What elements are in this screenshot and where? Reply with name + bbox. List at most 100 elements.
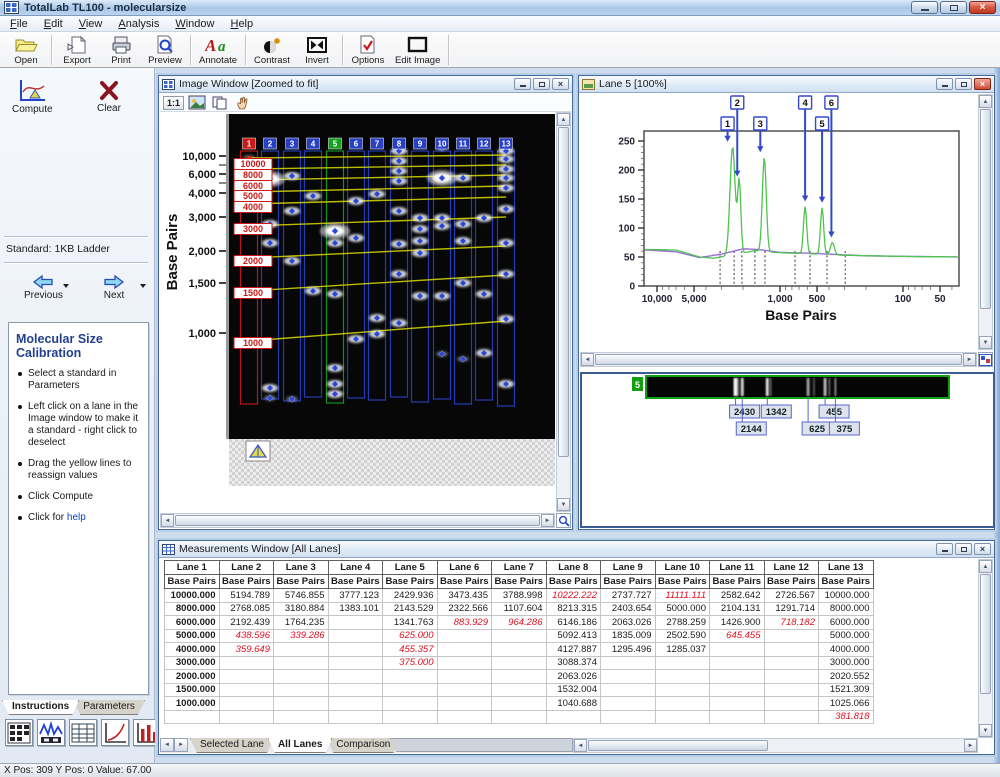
measurement-cell: 5194.789: [219, 589, 274, 603]
image-vertical-scrollbar[interactable]: ▲ ▼: [556, 112, 571, 512]
measurements-tab-comparison[interactable]: Comparison: [326, 738, 400, 753]
column-header-lane-5[interactable]: Lane 5: [383, 561, 438, 575]
annotate-button[interactable]: AaAnnotate: [194, 33, 242, 67]
column-header-lane-2[interactable]: Lane 2: [219, 561, 274, 575]
lane5-chart-area[interactable]: 05010015020025010,0005,0001,00050010050B…: [580, 94, 978, 350]
svg-text:8000: 8000: [243, 170, 263, 180]
column-header-lane-13[interactable]: Lane 13: [819, 561, 874, 575]
menu-item-help[interactable]: Help: [222, 17, 261, 31]
image-horizontal-scrollbar[interactable]: ◄ ►: [160, 513, 555, 528]
open-button[interactable]: Open: [4, 33, 48, 67]
profile-view-button[interactable]: [37, 719, 65, 746]
lane5-minimize-button[interactable]: [936, 78, 953, 90]
column-header-lane-7[interactable]: Lane 7: [492, 561, 547, 575]
svg-text:5,000: 5,000: [682, 294, 707, 305]
panel-tab-parameters[interactable]: Parameters: [73, 700, 145, 715]
column-header-lane-11[interactable]: Lane 11: [710, 561, 765, 575]
svg-text:1,000: 1,000: [767, 294, 792, 305]
next-button[interactable]: Next: [101, 274, 127, 301]
zoom-tool-button[interactable]: [556, 513, 571, 528]
menu-item-analysis[interactable]: Analysis: [110, 17, 167, 31]
lane5-horizontal-scrollbar[interactable]: ◄ ►: [580, 352, 977, 367]
measurement-cell: 1291.714: [764, 602, 819, 616]
measurements-vertical-scrollbar[interactable]: ▲ ▼: [978, 559, 993, 738]
table-view-button[interactable]: [69, 719, 97, 746]
measurement-cell: 1383.101: [328, 602, 383, 616]
menu-item-view[interactable]: View: [71, 17, 111, 31]
unit-header: Base Pairs: [819, 575, 874, 589]
lane5-profile-chart[interactable]: 05010015020025010,0005,0001,00050010050B…: [580, 94, 976, 344]
column-header-lane-8[interactable]: Lane 8: [546, 561, 601, 575]
measurement-cell: [710, 643, 765, 657]
print-button[interactable]: Print: [99, 33, 143, 67]
column-header-lane-9[interactable]: Lane 9: [601, 561, 656, 575]
compute-button[interactable]: Compute: [12, 78, 53, 115]
lane5-vertical-scrollbar[interactable]: ▲ ▼: [978, 94, 993, 350]
column-header-lane-10[interactable]: Lane 10: [655, 561, 710, 575]
measurements-maximize-button[interactable]: [955, 543, 972, 555]
previous-dropdown-icon[interactable]: [63, 284, 69, 288]
help-link[interactable]: help: [67, 512, 86, 523]
gel-view-button[interactable]: [5, 719, 33, 746]
gel-image-area[interactable]: 10,0006,0004,0003,0002,0001,5001,000Base…: [160, 112, 557, 512]
clear-button[interactable]: Clear: [96, 79, 122, 114]
lane5-maximize-button[interactable]: [955, 78, 972, 90]
restore-button[interactable]: [940, 1, 967, 14]
zoom-1-1-button[interactable]: 1:1: [163, 96, 184, 110]
measurements-minimize-button[interactable]: [936, 543, 953, 555]
pan-hand-button[interactable]: [233, 95, 253, 111]
curve-view-button[interactable]: [101, 719, 129, 746]
panel-tab-instructions[interactable]: Instructions: [2, 700, 79, 715]
measurement-cell: 2582.642: [710, 589, 765, 603]
unit-header: Base Pairs: [383, 575, 438, 589]
measurement-cell: [383, 683, 438, 697]
edit-image-button[interactable]: Edit Image: [390, 33, 445, 67]
menu-item-window[interactable]: Window: [167, 17, 222, 31]
svg-text:250: 250: [618, 137, 635, 148]
unit-header: Base Pairs: [437, 575, 492, 589]
image-display-button[interactable]: [187, 95, 207, 111]
options-button[interactable]: Options: [346, 33, 390, 67]
next-dropdown-icon[interactable]: [140, 284, 146, 288]
measurement-cell: 2000.000: [165, 670, 220, 684]
lane5-close-button[interactable]: ×: [974, 78, 991, 90]
gel-image[interactable]: 10,0006,0004,0003,0002,0001,5001,000Base…: [160, 112, 557, 512]
image-window-maximize-button[interactable]: [533, 78, 550, 90]
measurement-cell: 964.286: [492, 616, 547, 630]
column-header-lane-6[interactable]: Lane 6: [437, 561, 492, 575]
strip-view-toggle-button[interactable]: [978, 352, 993, 367]
column-header-lane-1[interactable]: Lane 1: [165, 561, 220, 575]
menu-item-file[interactable]: File: [2, 17, 36, 31]
preview-button[interactable]: Preview: [143, 33, 187, 67]
contrast-button[interactable]: Contrast: [249, 33, 295, 67]
tab-scroll-left-button[interactable]: ◄: [160, 738, 174, 752]
measurement-cell: [328, 656, 383, 670]
previous-button[interactable]: Previous: [24, 274, 63, 301]
minimize-button[interactable]: [911, 1, 938, 14]
measurements-horizontal-scrollbar[interactable]: ◄ ►: [573, 738, 978, 753]
lane5-window-titlebar[interactable]: Lane 5 [100%] ×: [579, 76, 994, 93]
copy-image-button[interactable]: [210, 95, 230, 111]
menu-item-edit[interactable]: Edit: [36, 17, 71, 31]
invert-button[interactable]: Invert: [295, 33, 339, 67]
image-window-titlebar[interactable]: Image Window [Zoomed to fit] ×: [159, 76, 572, 93]
measurements-tab-selected-lane[interactable]: Selected Lane: [190, 738, 274, 753]
close-button[interactable]: ×: [969, 1, 996, 14]
measurement-cell: [219, 670, 274, 684]
image-window-close-button[interactable]: ×: [552, 78, 569, 90]
tab-scroll-right-button[interactable]: ►: [174, 738, 188, 752]
export-button[interactable]: Export: [55, 33, 99, 67]
measurements-window-titlebar[interactable]: Measurements Window [All Lanes] ×: [159, 541, 994, 558]
measurements-tab-all-lanes[interactable]: All Lanes: [268, 738, 332, 753]
column-header-lane-12[interactable]: Lane 12: [764, 561, 819, 575]
image-window-minimize-button[interactable]: [514, 78, 531, 90]
column-header-lane-4[interactable]: Lane 4: [328, 561, 383, 575]
lane5-strip-image[interactable]: 5243013424552144625375: [582, 374, 991, 524]
compute-icon: [17, 78, 47, 104]
column-header-lane-3[interactable]: Lane 3: [274, 561, 329, 575]
measurement-cell: 718.182: [764, 616, 819, 630]
measurement-cell: [764, 670, 819, 684]
measurement-cell: 2063.026: [546, 670, 601, 684]
measurement-cell: [601, 656, 656, 670]
measurements-close-button[interactable]: ×: [974, 543, 991, 555]
